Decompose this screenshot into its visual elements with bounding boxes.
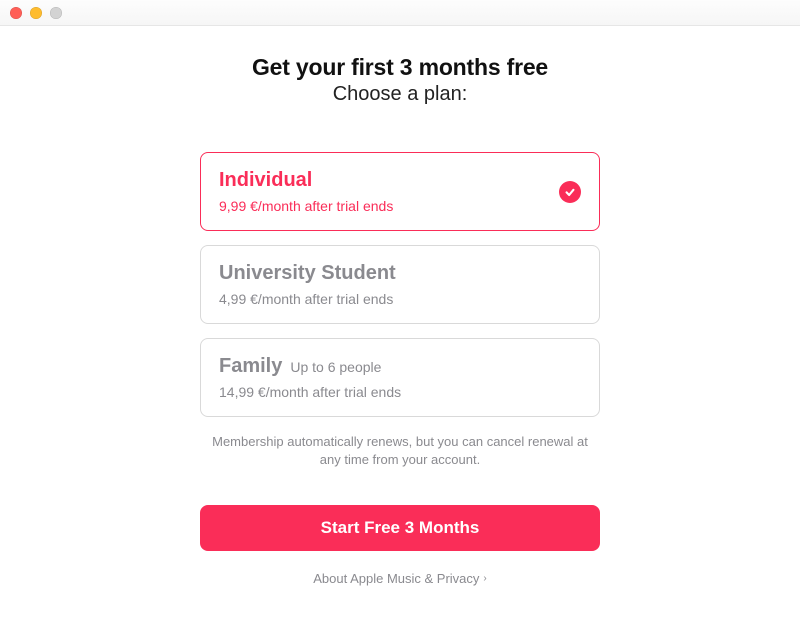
- app-window: Get your first 3 months free Choose a pl…: [0, 0, 800, 622]
- plan-subtitle: Up to 6 people: [290, 359, 381, 375]
- privacy-link[interactable]: About Apple Music & Privacy ›: [313, 571, 487, 586]
- renewal-note: Membership automatically renews, but you…: [200, 433, 600, 469]
- plan-price-note: 14,99 €/month after trial ends: [219, 384, 401, 400]
- titlebar: [0, 0, 800, 26]
- window-minimize-button[interactable]: [30, 7, 42, 19]
- plan-individual[interactable]: Individual 9,99 €/month after trial ends: [200, 152, 600, 231]
- plan-university-student[interactable]: University Student 4,99 €/month after tr…: [200, 245, 600, 324]
- plan-title: University Student: [219, 262, 396, 285]
- checkmark-icon: [559, 181, 581, 203]
- plan-list: Individual 9,99 €/month after trial ends…: [200, 152, 600, 417]
- plan-price-note: 9,99 €/month after trial ends: [219, 198, 393, 214]
- window-zoom-button-disabled: [50, 7, 62, 19]
- page-subheading: Choose a plan:: [333, 83, 468, 106]
- page-heading: Get your first 3 months free: [252, 54, 548, 81]
- chevron-right-icon: ›: [483, 573, 486, 584]
- content-area: Get your first 3 months free Choose a pl…: [0, 26, 800, 622]
- start-free-trial-button[interactable]: Start Free 3 Months: [200, 505, 600, 551]
- plan-title: Family: [219, 355, 282, 378]
- plan-family[interactable]: Family Up to 6 people 14,99 €/month afte…: [200, 338, 600, 417]
- plan-title: Individual: [219, 169, 312, 192]
- plan-price-note: 4,99 €/month after trial ends: [219, 291, 396, 307]
- window-close-button[interactable]: [10, 7, 22, 19]
- privacy-link-label: About Apple Music & Privacy: [313, 571, 479, 586]
